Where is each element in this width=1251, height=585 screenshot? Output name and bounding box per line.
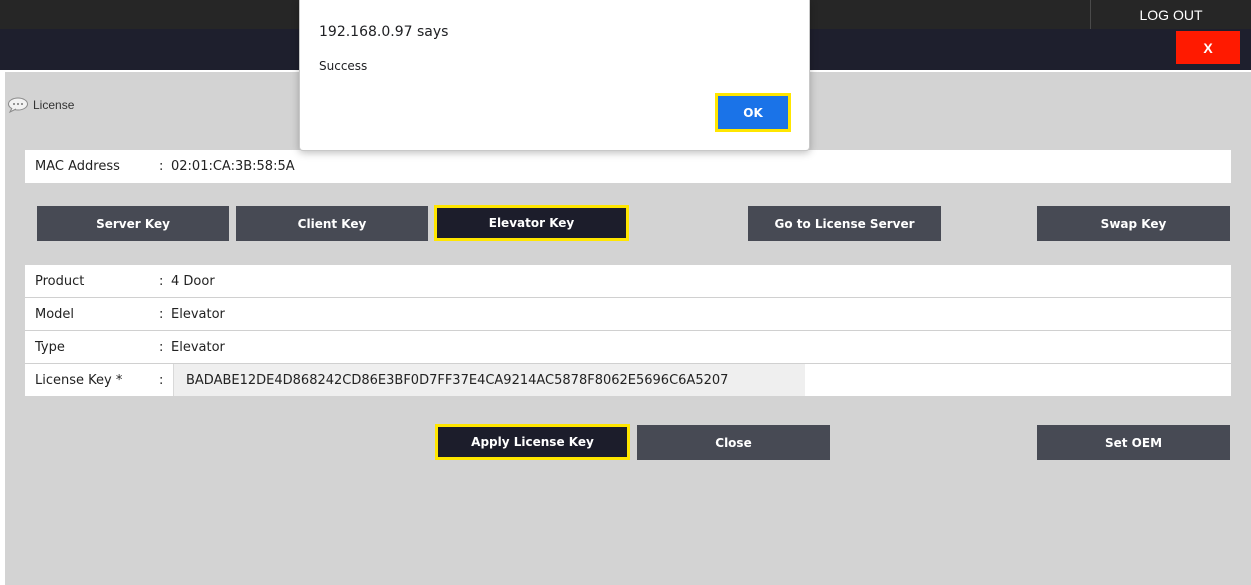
model-row: Model : Elevator [25, 298, 1231, 331]
type-value: Elevator [171, 339, 225, 355]
license-key-label: License Key * [35, 372, 123, 388]
dialog-title: 192.168.0.97 says [319, 24, 449, 40]
speech-bubble-icon [7, 97, 29, 113]
product-value: 4 Door [171, 273, 215, 289]
product-colon: : [159, 273, 164, 289]
alert-dialog: 192.168.0.97 says Success OK [299, 0, 810, 151]
mac-address-label: MAC Address [35, 159, 120, 174]
mac-address-value: 02:01:CA:3B:58:5A [171, 159, 295, 174]
license-key-row: License Key * : BADABE12DE4D868242CD86E3… [25, 364, 1231, 396]
set-oem-button[interactable]: Set OEM [1037, 425, 1230, 460]
mac-colon: : [159, 159, 164, 174]
type-colon: : [159, 339, 164, 355]
close-button[interactable]: Close [637, 425, 830, 460]
server-key-button[interactable]: Server Key [37, 206, 229, 241]
logout-button[interactable]: LOG OUT [1090, 0, 1251, 29]
go-to-license-server-button[interactable]: Go to License Server [748, 206, 941, 241]
license-key-colon: : [159, 372, 164, 388]
elevator-key-button[interactable]: Elevator Key [434, 205, 629, 241]
page-title: License [7, 96, 74, 114]
mac-address-row: MAC Address : 02:01:CA:3B:58:5A [25, 150, 1231, 183]
type-row: Type : Elevator [25, 331, 1231, 364]
swap-key-button[interactable]: Swap Key [1037, 206, 1230, 241]
model-colon: : [159, 306, 164, 322]
page-title-label: License [33, 98, 75, 112]
apply-license-key-button[interactable]: Apply License Key [435, 424, 630, 460]
product-row: Product : 4 Door [25, 265, 1231, 298]
type-label: Type [35, 339, 65, 355]
client-key-button[interactable]: Client Key [236, 206, 428, 241]
close-window-button[interactable]: X [1176, 31, 1240, 64]
dialog-ok-button[interactable]: OK [715, 93, 791, 132]
license-key-input[interactable]: BADABE12DE4D868242CD86E3BF0D7FF37E4CA921… [173, 364, 805, 396]
dialog-message: Success [319, 59, 368, 73]
model-value: Elevator [171, 306, 225, 322]
license-details: Product : 4 Door Model : Elevator Type :… [25, 265, 1231, 396]
model-label: Model [35, 306, 75, 322]
product-label: Product [35, 273, 85, 289]
